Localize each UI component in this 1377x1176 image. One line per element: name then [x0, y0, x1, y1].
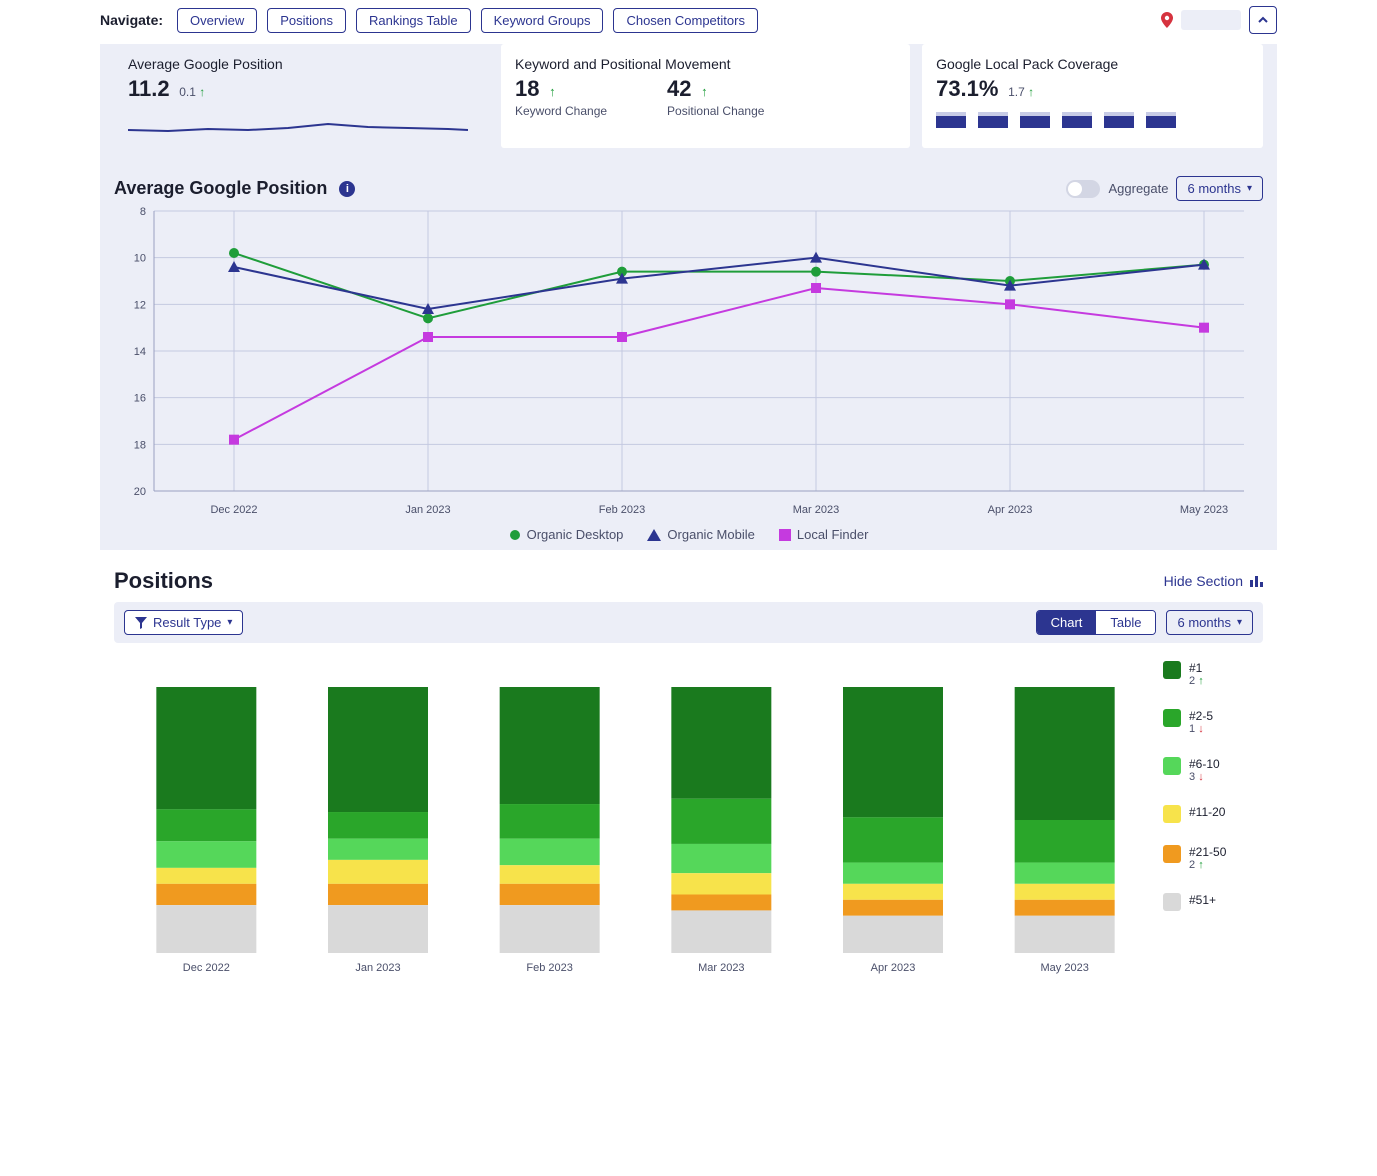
positions-title: Positions — [114, 568, 213, 594]
card-avg-google-position: Average Google Position 11.2 0.1 ↑ — [114, 44, 489, 148]
legend-swatch — [1163, 709, 1181, 727]
legend-swatch — [1163, 757, 1181, 775]
keyword-change-value: 18 — [515, 76, 539, 102]
legend-swatch — [1163, 661, 1181, 679]
navigate-bar: Navigate: Overview Positions Rankings Ta… — [100, 0, 1277, 44]
svg-text:Dec 2022: Dec 2022 — [183, 962, 230, 974]
svg-text:Apr 2023: Apr 2023 — [988, 504, 1033, 516]
svg-text:May 2023: May 2023 — [1180, 504, 1228, 516]
info-icon[interactable]: i — [339, 181, 355, 197]
chevron-down-icon: ▾ — [227, 617, 232, 628]
avg-sparkline — [128, 112, 468, 138]
location-chip[interactable] — [1181, 10, 1241, 30]
legend-swatch — [1163, 805, 1181, 823]
location-pin-icon — [1161, 12, 1173, 28]
svg-text:Jan 2023: Jan 2023 — [405, 504, 450, 516]
aggregate-label: Aggregate — [1108, 181, 1168, 196]
svg-text:16: 16 — [134, 393, 146, 405]
svg-text:May 2023: May 2023 — [1041, 962, 1089, 974]
positional-change-label: Positional Change — [667, 104, 764, 118]
positions-legend-item[interactable]: #6-103 ↓ — [1163, 757, 1263, 783]
coverage-mini-bars — [936, 112, 1249, 128]
summary-cards: Average Google Position 11.2 0.1 ↑ Keywo… — [100, 44, 1277, 160]
svg-text:10: 10 — [134, 253, 146, 265]
card-title: Keyword and Positional Movement — [515, 56, 896, 72]
arrow-up-icon: ↑ — [701, 84, 708, 99]
positions-section-head: Positions Hide Section — [100, 550, 1277, 602]
svg-text:12: 12 — [134, 299, 146, 311]
svg-text:18: 18 — [134, 439, 146, 451]
arrow-up-icon: ↑ — [549, 84, 556, 99]
avg-value: 11.2 — [128, 76, 170, 102]
arrow-up-icon: ↑ — [199, 85, 205, 99]
navigate-label: Navigate: — [100, 12, 163, 28]
card-keyword-positional-movement: Keyword and Positional Movement 18 ↑ Key… — [501, 44, 910, 148]
keyword-change-label: Keyword Change — [515, 104, 607, 118]
svg-text:14: 14 — [134, 346, 146, 358]
legend-local-finder[interactable]: Local Finder — [779, 527, 869, 542]
svg-text:Jan 2023: Jan 2023 — [355, 962, 400, 974]
positions-legend-item[interactable]: #2-51 ↓ — [1163, 709, 1263, 735]
arrow-up-icon: ↑ — [1028, 85, 1034, 99]
svg-text:Feb 2023: Feb 2023 — [526, 962, 572, 974]
aggregate-toggle[interactable] — [1066, 180, 1100, 198]
positions-range-dropdown[interactable]: 6 months ▾ — [1166, 610, 1253, 635]
card-title: Google Local Pack Coverage — [936, 56, 1249, 72]
svg-text:Dec 2022: Dec 2022 — [210, 504, 257, 516]
positions-stack-wrap: Dec 2022 Jan 2023 Feb 2023 Mar 2023 Apr 2023… — [100, 643, 1277, 991]
chevron-down-icon: ▾ — [1247, 183, 1252, 194]
card-title: Average Google Position — [128, 56, 475, 72]
nav-positions[interactable]: Positions — [267, 8, 346, 33]
legend-swatch — [1163, 893, 1181, 911]
positions-legend-item[interactable]: #21-502 ↑ — [1163, 845, 1263, 871]
positional-change-value: 42 — [667, 76, 691, 102]
positions-filter-bar: Result Type ▾ Chart Table 6 months ▾ — [114, 602, 1263, 643]
card-local-pack-coverage: Google Local Pack Coverage 73.1% 1.7 ↑ — [922, 44, 1263, 148]
svg-text:Apr 2023: Apr 2023 — [871, 962, 916, 974]
nav-chosen-competitors[interactable]: Chosen Competitors — [613, 8, 758, 33]
coverage-delta: 1.7 ↑ — [1008, 85, 1034, 99]
avg-position-chart-block: Average Google Position i Aggregate 6 mo… — [100, 160, 1277, 550]
chart-title: Average Google Position — [114, 178, 327, 199]
positions-legend-item[interactable]: #11-20 — [1163, 805, 1263, 823]
legend-organic-mobile[interactable]: Organic Mobile — [647, 527, 754, 542]
view-chart-button[interactable]: Chart — [1037, 611, 1097, 634]
legend-organic-desktop[interactable]: Organic Desktop — [509, 527, 624, 542]
svg-text:Feb 2023: Feb 2023 — [599, 504, 645, 516]
collapse-button[interactable] — [1249, 6, 1277, 34]
chevron-down-icon: ▾ — [1237, 617, 1242, 628]
positions-legend: #12 ↑ #2-51 ↓ #6-103 ↓ #11-20 #21-502 ↑ … — [1163, 657, 1263, 977]
svg-text:8: 8 — [140, 206, 146, 218]
svg-text:Mar 2023: Mar 2023 — [793, 504, 839, 516]
chart-table-segmented: Chart Table — [1036, 610, 1157, 635]
nav-rankings-table[interactable]: Rankings Table — [356, 8, 471, 33]
avg-position-line-chart: 8 10 12 14 16 18 20 Dec 2022 Jan 2023 Feb 2023 Mar… — [114, 201, 1254, 521]
result-type-dropdown[interactable]: Result Type ▾ — [124, 610, 243, 635]
nav-keyword-groups[interactable]: Keyword Groups — [481, 8, 604, 33]
avg-delta: 0.1 ↑ — [179, 85, 205, 99]
nav-overview[interactable]: Overview — [177, 8, 257, 33]
svg-text:20: 20 — [134, 486, 146, 498]
line-chart-legend: Organic Desktop Organic Mobile Local Fin… — [114, 527, 1263, 542]
view-table-button[interactable]: Table — [1096, 611, 1155, 634]
positions-legend-item[interactable]: #51+ — [1163, 893, 1263, 911]
positions-legend-item[interactable]: #12 ↑ — [1163, 661, 1263, 687]
filter-icon — [135, 617, 147, 629]
legend-swatch — [1163, 845, 1181, 863]
range-dropdown[interactable]: 6 months ▾ — [1176, 176, 1263, 201]
coverage-value: 73.1% — [936, 76, 998, 102]
positions-stacked-chart: Dec 2022 Jan 2023 Feb 2023 Mar 2023 Apr 2023… — [114, 657, 1157, 977]
svg-text:Mar 2023: Mar 2023 — [698, 962, 744, 974]
hide-section-link[interactable]: Hide Section — [1164, 573, 1263, 589]
bar-chart-icon — [1249, 574, 1263, 588]
